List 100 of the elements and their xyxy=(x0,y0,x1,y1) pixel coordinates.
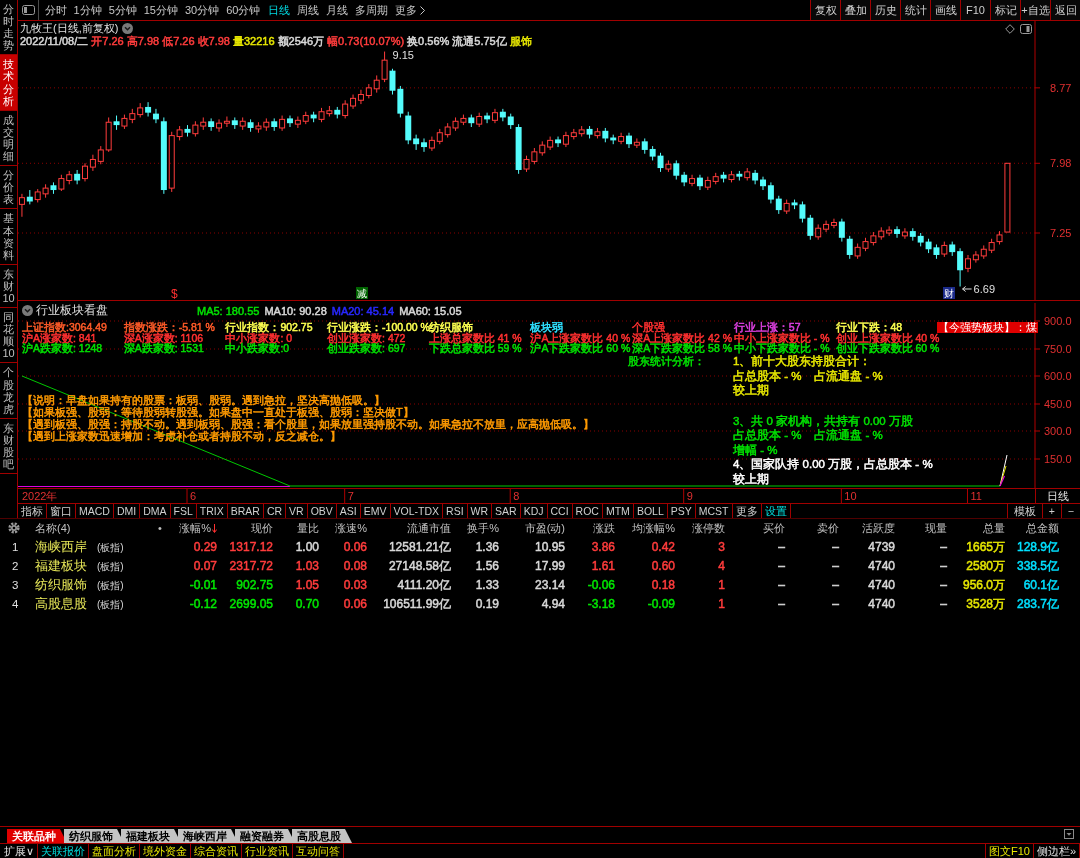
dropdown-icon[interactable] xyxy=(22,305,33,316)
bottom-tab[interactable]: 境外资金 xyxy=(140,844,192,858)
period-tab[interactable]: 60分钟 xyxy=(222,0,264,20)
toolbar-button[interactable]: 标记 xyxy=(990,0,1020,20)
sidebar-tab[interactable]: 成交明细 xyxy=(0,110,17,167)
toolbar-button[interactable]: +自选 xyxy=(1020,0,1050,20)
indicator-tab[interactable]: DMA xyxy=(140,504,171,518)
indicator-tab[interactable]: MACD xyxy=(76,504,114,518)
toolbar-button[interactable]: 复权 xyxy=(810,0,840,20)
dropdown-icon[interactable] xyxy=(122,23,134,34)
column-header[interactable]: 涨停数 xyxy=(692,520,728,536)
bottom-tab[interactable]: 互动问答 xyxy=(293,844,345,858)
bottom-tab[interactable]: 综合资讯 xyxy=(191,844,243,858)
column-header[interactable]: 涨跌 xyxy=(593,520,618,536)
column-header[interactable]: 名称(4) xyxy=(28,520,71,536)
toolbar-button[interactable]: 画线 xyxy=(930,0,960,20)
toolbar-button[interactable]: 叠加 xyxy=(840,0,870,20)
sector-name[interactable]: 福建板块 xyxy=(35,556,87,575)
indicator-tab[interactable]: WR xyxy=(467,504,493,518)
indicator-tab[interactable]: DMI xyxy=(113,504,141,518)
period-tab[interactable]: 月线 xyxy=(322,0,351,20)
column-header[interactable]: 买价 xyxy=(763,520,788,536)
bottom-tab[interactable]: 盘面分析 xyxy=(89,844,141,858)
indicator-tab[interactable]: PSY xyxy=(667,504,696,518)
tool-button[interactable]: 模板 xyxy=(1006,504,1042,518)
block-tab[interactable]: 关联品种 xyxy=(7,829,67,843)
sidebar-button[interactable]: 侧边栏» xyxy=(1033,844,1080,858)
indicator-tab[interactable]: 更多 xyxy=(732,504,762,518)
settings-button[interactable]: 设置 xyxy=(761,504,791,518)
sidebar-tab[interactable]: 东财10 xyxy=(0,264,17,309)
indicator-tab[interactable]: ROC xyxy=(572,504,603,518)
sector-name[interactable]: 海峡西岸 xyxy=(35,537,87,556)
indicator-tab[interactable]: SAR xyxy=(492,504,521,518)
indicator-tab[interactable]: MCST xyxy=(695,504,733,518)
column-header[interactable]: 涨速% xyxy=(335,520,370,536)
column-header[interactable]: 现量 xyxy=(925,520,950,536)
block-tab[interactable]: 纺织服饰 xyxy=(64,829,124,843)
tool-button[interactable]: − xyxy=(1060,504,1080,518)
column-header[interactable]: 涨幅% xyxy=(179,520,220,536)
period-tab[interactable]: 分时 xyxy=(41,0,70,20)
bottom-tab[interactable]: 行业资讯 xyxy=(242,844,294,858)
indicator-tab[interactable]: CR xyxy=(263,504,287,518)
column-header[interactable]: 流通市值 xyxy=(407,520,454,536)
tool-button[interactable]: + xyxy=(1041,504,1061,518)
indicator-tab[interactable]: TRIX xyxy=(196,504,228,518)
period-tab[interactable]: 5分钟 xyxy=(105,0,141,20)
column-header[interactable]: 总量 xyxy=(983,520,1008,536)
block-tab[interactable]: 福建板块 xyxy=(121,829,181,843)
column-header[interactable]: 换手% xyxy=(467,520,502,536)
period-tab[interactable]: 15分钟 xyxy=(140,0,182,20)
sector-name[interactable]: 纺织服饰 xyxy=(35,575,87,594)
indicator-tab[interactable]: MTM xyxy=(602,504,634,518)
panel-toggle-icon[interactable] xyxy=(1020,23,1032,34)
sidebar-tab[interactable]: 同花顺10 xyxy=(0,308,17,364)
panel-toggle-icon[interactable] xyxy=(21,5,35,15)
column-header[interactable]: 均涨幅% xyxy=(632,520,678,536)
column-header[interactable]: 现价 xyxy=(251,520,276,536)
more-button[interactable]: 更多 xyxy=(391,0,428,20)
period-tab[interactable]: 周线 xyxy=(293,0,322,20)
dropdown-icon[interactable] xyxy=(1064,829,1074,839)
block-tab[interactable]: 海峡西岸 xyxy=(178,829,238,843)
indicator-tab[interactable]: RSI xyxy=(443,504,468,518)
column-header[interactable]: • xyxy=(158,522,162,534)
expand-button[interactable]: 扩展∨ xyxy=(0,844,39,858)
indicator-tab[interactable]: FSL xyxy=(170,504,197,518)
indicator-tab[interactable]: VOL-TDX xyxy=(390,504,444,518)
period-tab[interactable]: 多周期 xyxy=(351,0,391,20)
column-header[interactable]: 卖价 xyxy=(817,520,842,536)
indicator-tab[interactable]: BOLL xyxy=(633,504,668,518)
sidebar-tab[interactable]: 东财股吧 xyxy=(0,418,17,475)
bottom-tab[interactable]: 关联报价 xyxy=(38,844,90,858)
toolbar-button[interactable]: 返回 xyxy=(1050,0,1080,20)
column-header[interactable]: 量比 xyxy=(297,520,322,536)
indicator-tab[interactable]: CCI xyxy=(547,504,573,518)
sidebar-tab[interactable]: 基本资料 xyxy=(0,209,17,265)
period-tab[interactable]: 30分钟 xyxy=(181,0,223,20)
indicator-tab[interactable]: KDJ xyxy=(520,504,548,518)
sidebar-tab[interactable]: 技术分析 xyxy=(0,55,17,111)
f10-button[interactable]: 图文F10 xyxy=(984,844,1034,858)
indicator-tab[interactable]: OBV xyxy=(307,504,337,518)
block-tab[interactable]: 融资融券 xyxy=(235,829,295,843)
sidebar-tab[interactable]: 个股龙虎 xyxy=(0,363,17,419)
column-header[interactable]: 总金额 xyxy=(1026,520,1062,536)
settings-icon[interactable] xyxy=(8,522,20,534)
toolbar-button[interactable]: 历史 xyxy=(870,0,900,20)
indicator-tab[interactable]: 指标 xyxy=(18,504,47,518)
period-tab[interactable]: 1分钟 xyxy=(70,0,106,20)
toolbar-button[interactable]: F10 xyxy=(960,0,990,20)
indicator-tab[interactable]: 窗口 xyxy=(47,504,76,518)
column-header[interactable]: 市盈(动) xyxy=(524,520,568,536)
indicator-tab[interactable]: BRAR xyxy=(227,504,264,518)
period-tab[interactable]: 日线 xyxy=(264,0,293,20)
block-tab[interactable]: 高股息股 xyxy=(292,829,352,843)
diamond-icon[interactable] xyxy=(1005,23,1015,34)
column-header[interactable]: 活跃度 xyxy=(862,520,898,536)
indicator-tab[interactable]: VR xyxy=(286,504,308,518)
toolbar-button[interactable]: 统计 xyxy=(900,0,930,20)
indicator-tab[interactable]: ASI xyxy=(336,504,361,518)
sidebar-tab[interactable]: 分价表 xyxy=(0,166,17,210)
sector-name[interactable]: 高股息股 xyxy=(35,594,87,613)
